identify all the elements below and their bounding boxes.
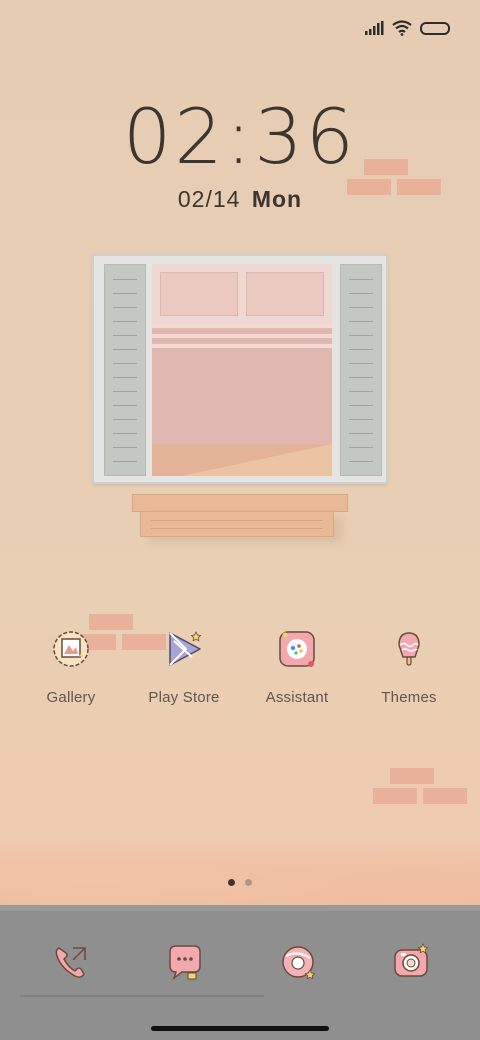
app-label: Themes	[381, 689, 437, 706]
assistant-icon	[279, 631, 315, 667]
window-shutter-right	[340, 264, 382, 476]
clock-time: 02:36	[122, 92, 358, 181]
wallpaper-window	[92, 254, 388, 484]
page-indicator[interactable]	[0, 879, 480, 886]
app-label: Assistant	[265, 689, 329, 706]
battery-icon	[420, 21, 450, 35]
messages-icon[interactable]	[164, 942, 204, 982]
app-label: Play Store	[148, 689, 220, 706]
app-play-store[interactable]: Play Store	[136, 627, 232, 706]
dock-edge	[0, 905, 480, 911]
play-store-icon	[169, 631, 202, 666]
wallpaper-brick	[373, 788, 417, 804]
app-themes[interactable]: Themes	[361, 627, 457, 706]
dock-divider	[20, 995, 264, 997]
themes-icon	[398, 632, 420, 666]
home-screen: 02:36 02/14 Mon Gallery Play Store Assis…	[0, 0, 480, 1040]
date-text: 02/14	[177, 186, 241, 212]
browser-icon[interactable]	[278, 942, 318, 982]
page-dot-active[interactable]	[228, 879, 235, 886]
wallpaper-brick	[423, 788, 467, 804]
wallpaper-brick	[390, 768, 434, 784]
window-shutter-left	[104, 264, 146, 476]
phone-icon[interactable]	[51, 942, 91, 982]
clock-date[interactable]: 02/14 Mon	[0, 186, 480, 213]
app-label: Gallery	[46, 689, 96, 706]
camera-icon[interactable]	[391, 942, 431, 982]
wifi-icon	[392, 20, 412, 36]
wallpaper-shelf	[132, 494, 348, 512]
app-gallery[interactable]: Gallery	[23, 627, 119, 706]
home-gesture-bar[interactable]	[151, 1026, 329, 1031]
signal-icon	[365, 21, 384, 35]
page-dot[interactable]	[245, 879, 252, 886]
app-assistant[interactable]: Assistant	[249, 627, 345, 706]
wallpaper-planter	[140, 511, 334, 537]
dock	[0, 905, 480, 1040]
wallpaper-ground	[0, 840, 480, 910]
clock-widget[interactable]: 02:36	[0, 92, 480, 182]
status-bar	[364, 18, 450, 38]
day-text: Mon	[251, 186, 303, 212]
gallery-icon	[53, 631, 89, 667]
window-pane	[152, 264, 332, 476]
